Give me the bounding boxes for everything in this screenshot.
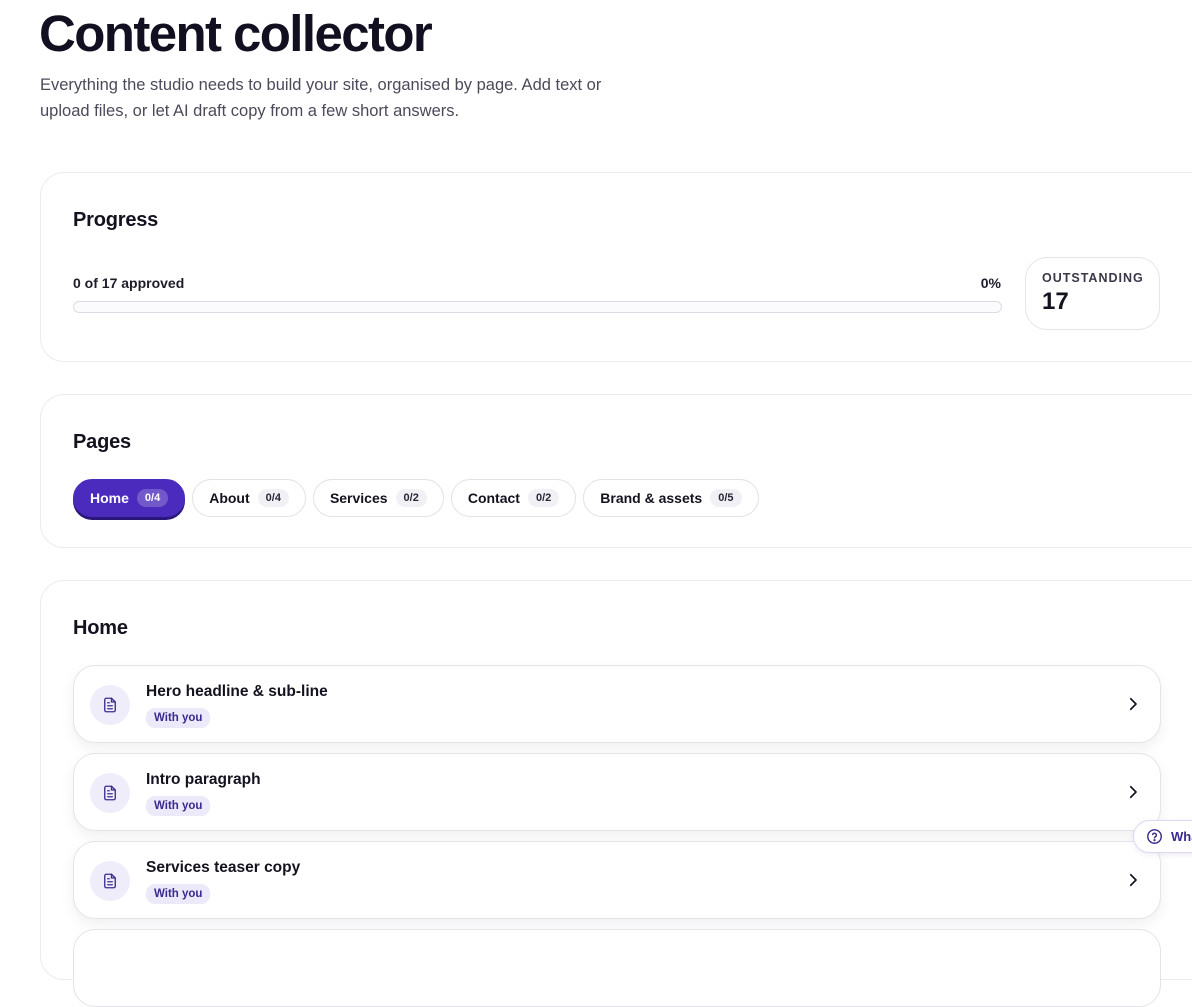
tab-label: Brand & assets [600,490,703,506]
item-title: Hero headline & sub-line [146,683,328,700]
status-badge: With you [146,708,211,728]
content-item-intro-paragraph[interactable]: Intro paragraph With you [73,753,1161,831]
document-icon [90,861,130,901]
progress-heading: Progress [73,209,159,231]
tab-count: 0/4 [257,489,289,507]
page-title: Content collector [39,5,433,62]
tab-brand-assets[interactable]: Brand & assets 0/5 [583,479,759,517]
progress-percent: 0% [980,275,1001,291]
content-item-hero-headline[interactable]: Hero headline & sub-line With you [73,665,1161,743]
chevron-right-icon [1129,697,1137,711]
chevron-right-icon [1129,873,1137,887]
document-icon [90,685,130,725]
tab-count: 0/5 [710,489,742,507]
page-tabs: Home 0/4 About 0/4 Services 0/2 Contact … [73,479,759,517]
status-badge: With you [146,884,211,904]
pages-card: Pages Home 0/4 About 0/4 Services 0/2 Co… [40,394,1192,548]
tab-label: Home [90,490,129,506]
outstanding-stat: OUTSTANDING 17 [1025,257,1160,330]
item-title: Services teaser copy [146,859,301,876]
page-subtitle: Everything the studio needs to build you… [40,76,602,120]
help-button[interactable]: Wha [1133,820,1192,853]
tab-contact[interactable]: Contact 0/2 [450,479,577,517]
tab-label: About [209,490,250,506]
progress-card: Progress 0 of 17 approved 0% OUTSTANDING… [40,172,1192,362]
document-icon [90,773,130,813]
tab-services[interactable]: Services 0/2 [312,479,444,517]
tab-count: 0/2 [527,489,560,507]
item-title: Intro paragraph [146,771,261,788]
tab-label: Contact [467,490,520,506]
tab-label: Services [329,490,388,506]
content-item-services-teaser[interactable]: Services teaser copy With you [73,841,1161,919]
approved-count: 0 of 17 approved [73,275,185,291]
tab-about[interactable]: About 0/4 [192,479,306,517]
help-label: Wha [1171,829,1192,844]
section-heading: Home [73,617,128,639]
content-item-list: Hero headline & sub-line With you Intro … [73,665,1161,1007]
progress-bar [73,301,1002,313]
tab-count: 0/2 [395,489,427,507]
status-badge: With you [146,796,211,816]
chevron-right-icon [1129,785,1137,799]
outstanding-value: 17 [1042,288,1069,315]
tab-home[interactable]: Home 0/4 [73,479,186,517]
pages-heading: Pages [73,431,131,453]
outstanding-label: OUTSTANDING [1042,271,1144,285]
question-circle-icon [1147,829,1162,844]
tab-count: 0/4 [136,489,169,507]
content-item-partial[interactable] [73,929,1161,1007]
home-section-card: Home Hero headline & sub-line With you I… [40,580,1192,1007]
